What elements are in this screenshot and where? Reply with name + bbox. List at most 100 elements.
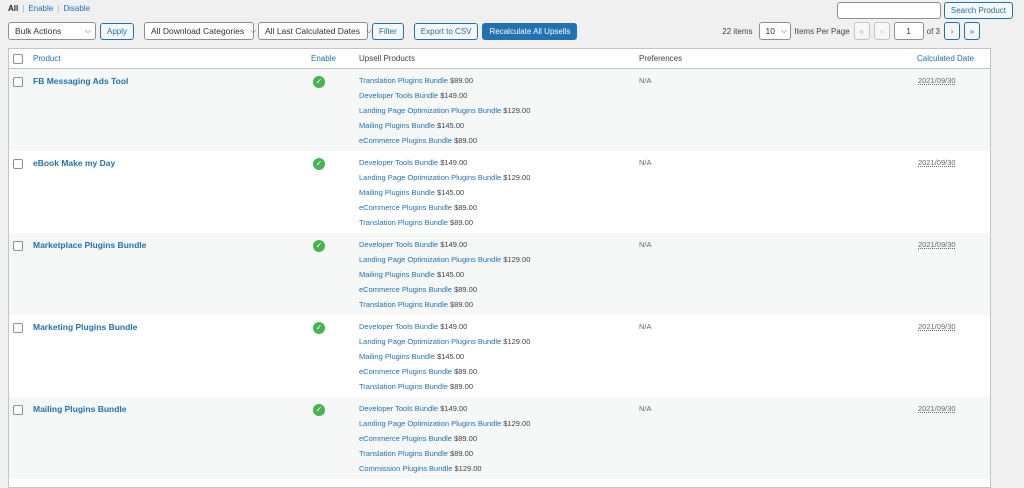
upsell-item: Translation Plugins Bundle $89.00: [359, 449, 530, 464]
enabled-check-icon[interactable]: ✓: [313, 322, 325, 334]
upsell-item: eCommerce Plugins Bundle $89.00: [359, 285, 530, 300]
upsell-product-link[interactable]: Developer Tools Bundle: [359, 91, 438, 100]
upsell-product-link[interactable]: Developer Tools Bundle: [359, 404, 438, 413]
upsell-product-link[interactable]: Translation Plugins Bundle: [359, 449, 448, 458]
product-link[interactable]: FB Messaging Ads Tool: [33, 76, 128, 86]
upsell-product-link[interactable]: eCommerce Plugins Bundle: [359, 367, 452, 376]
apply-button[interactable]: Apply: [100, 22, 135, 40]
upsell-price: $149.00: [440, 158, 468, 167]
upsell-product-link[interactable]: Translation Plugins Bundle: [359, 218, 448, 227]
items-count: 22 items: [722, 26, 753, 36]
product-link[interactable]: Marketing Plugins Bundle: [33, 322, 137, 332]
product-link[interactable]: Marketplace Plugins Bundle: [33, 240, 146, 250]
first-page-button[interactable]: «: [853, 22, 870, 40]
column-calculated-date[interactable]: Calculated Date: [917, 54, 974, 63]
prev-page-button[interactable]: ‹: [873, 22, 890, 40]
upsell-price: $129.00: [503, 255, 531, 264]
filter-enable-link[interactable]: Enable: [28, 4, 53, 13]
upsell-products-list: Developer Tools Bundle $149.00 Landing Pa…: [359, 322, 530, 397]
pagination: 22 items 10 ⌵ Items Per Page « ‹ 1 of 3 …: [722, 22, 984, 40]
upsell-product-link[interactable]: Mailing Plugins Bundle: [359, 121, 435, 130]
row-checkbox[interactable]: [13, 323, 23, 333]
upsell-item: Translation Plugins Bundle $89.00: [359, 76, 530, 91]
upsell-price: $149.00: [440, 404, 468, 413]
enabled-check-icon[interactable]: ✓: [313, 76, 325, 88]
upsell-product-link[interactable]: eCommerce Plugins Bundle: [359, 285, 452, 294]
calculated-dates-select[interactable]: All Last Calculated Dates ⌵: [258, 22, 372, 40]
upsell-price: $129.00: [454, 464, 482, 473]
preferences-value: N/A: [639, 240, 652, 249]
per-page-select[interactable]: 10 ⌵: [758, 22, 791, 40]
upsell-product-link[interactable]: Developer Tools Bundle: [359, 158, 438, 167]
download-categories-select[interactable]: All Download Categories ⌵: [144, 22, 257, 40]
upsell-product-link[interactable]: Translation Plugins Bundle: [359, 382, 448, 391]
upsell-price: $89.00: [450, 76, 473, 85]
upsell-product-link[interactable]: Mailing Plugins Bundle: [359, 352, 435, 361]
upsell-product-link[interactable]: Landing Page Optimization Plugins Bundle: [359, 337, 501, 346]
upsell-product-link[interactable]: Mailing Plugins Bundle: [359, 270, 435, 279]
export-csv-button[interactable]: Export to CSV: [413, 22, 479, 40]
upsell-products-list: Developer Tools Bundle $149.00 Landing Pa…: [359, 240, 530, 315]
upsell-price: $89.00: [450, 300, 473, 309]
table-row: FB Messaging Ads Tool ✓ Translation Plugin…: [9, 69, 990, 151]
upsell-product-link[interactable]: Developer Tools Bundle: [359, 240, 438, 249]
last-page-button[interactable]: »: [964, 22, 980, 40]
upsell-product-link[interactable]: Landing Page Optimization Plugins Bundle: [359, 173, 501, 182]
calculated-date: 2021/09/30: [918, 158, 956, 167]
next-page-button[interactable]: ›: [944, 22, 960, 40]
calculated-date: 2021/09/30: [918, 76, 956, 85]
upsell-product-link[interactable]: Landing Page Optimization Plugins Bundle: [359, 419, 501, 428]
upsell-item: Mailing Plugins Bundle $145.00: [359, 188, 530, 203]
upsell-item: Translation Plugins Bundle $89.00: [359, 218, 530, 233]
preferences-value: N/A: [639, 322, 652, 331]
product-link[interactable]: Mailing Plugins Bundle: [33, 404, 127, 414]
row-checkbox[interactable]: [13, 405, 23, 415]
product-link[interactable]: eBook Make my Day: [33, 158, 115, 168]
search-input[interactable]: [836, 2, 941, 19]
preferences-value: N/A: [639, 404, 652, 413]
current-page-input[interactable]: 1: [893, 22, 924, 40]
upsell-product-link[interactable]: eCommerce Plugins Bundle: [359, 136, 452, 145]
upsell-item: Mailing Plugins Bundle $145.00: [359, 270, 530, 285]
enabled-check-icon[interactable]: ✓: [313, 158, 325, 170]
upsell-item: Developer Tools Bundle $149.00: [359, 91, 530, 106]
upsell-product-link[interactable]: eCommerce Plugins Bundle: [359, 203, 452, 212]
enabled-check-icon[interactable]: ✓: [313, 404, 325, 416]
page-scrollbar[interactable]: [1020, 0, 1024, 477]
upsell-product-link[interactable]: Landing Page Optimization Plugins Bundle: [359, 106, 501, 115]
upsell-product-link[interactable]: Developer Tools Bundle: [359, 322, 438, 331]
separator: |: [22, 4, 25, 13]
upsells-table: Product Enable Upsell Products Preferenc…: [8, 48, 991, 488]
filter-disable-link[interactable]: Disable: [63, 4, 90, 13]
chevron-down-icon: ⌵: [250, 26, 257, 35]
enabled-check-icon[interactable]: ✓: [313, 240, 325, 252]
upsell-item: Developer Tools Bundle $149.00: [359, 158, 530, 173]
upsell-product-link[interactable]: Landing Page Optimization Plugins Bundle: [359, 255, 501, 264]
column-enable[interactable]: Enable: [311, 54, 336, 63]
upsell-price: $145.00: [436, 188, 465, 197]
upsell-product-link[interactable]: eCommerce Plugins Bundle: [359, 434, 452, 443]
upsell-item: Landing Page Optimization Plugins Bundle…: [359, 106, 530, 121]
row-checkbox[interactable]: [13, 241, 23, 251]
upsell-product-link[interactable]: Translation Plugins Bundle: [359, 76, 448, 85]
upsell-product-link[interactable]: Mailing Plugins Bundle: [359, 188, 435, 197]
filter-all-link[interactable]: All: [8, 4, 18, 13]
upsell-price: $129.00: [503, 173, 531, 182]
upsell-item: eCommerce Plugins Bundle $89.00: [359, 434, 530, 449]
upsell-price: $89.00: [454, 203, 478, 212]
filter-button[interactable]: Filter: [372, 22, 404, 40]
upsell-item: Developer Tools Bundle $149.00: [359, 240, 530, 255]
row-checkbox[interactable]: [13, 77, 23, 87]
select-all-checkbox[interactable]: [13, 54, 23, 64]
download-categories-label: All Download Categories: [151, 26, 245, 36]
upsell-product-link[interactable]: Translation Plugins Bundle: [359, 300, 448, 309]
search-product-button[interactable]: Search Product: [943, 2, 1013, 19]
recalculate-upsells-button[interactable]: Recalculate All Upsells: [482, 22, 578, 40]
per-page-label: Items Per Page: [794, 26, 850, 36]
upsell-price: $89.00: [454, 136, 478, 145]
row-checkbox[interactable]: [13, 159, 23, 169]
bulk-actions-select[interactable]: Bulk Actions ⌵: [8, 22, 96, 40]
upsell-product-link[interactable]: Commission Plugins Bundle: [359, 464, 452, 473]
upsell-price: $89.00: [450, 382, 473, 391]
column-product[interactable]: Product: [33, 54, 61, 63]
